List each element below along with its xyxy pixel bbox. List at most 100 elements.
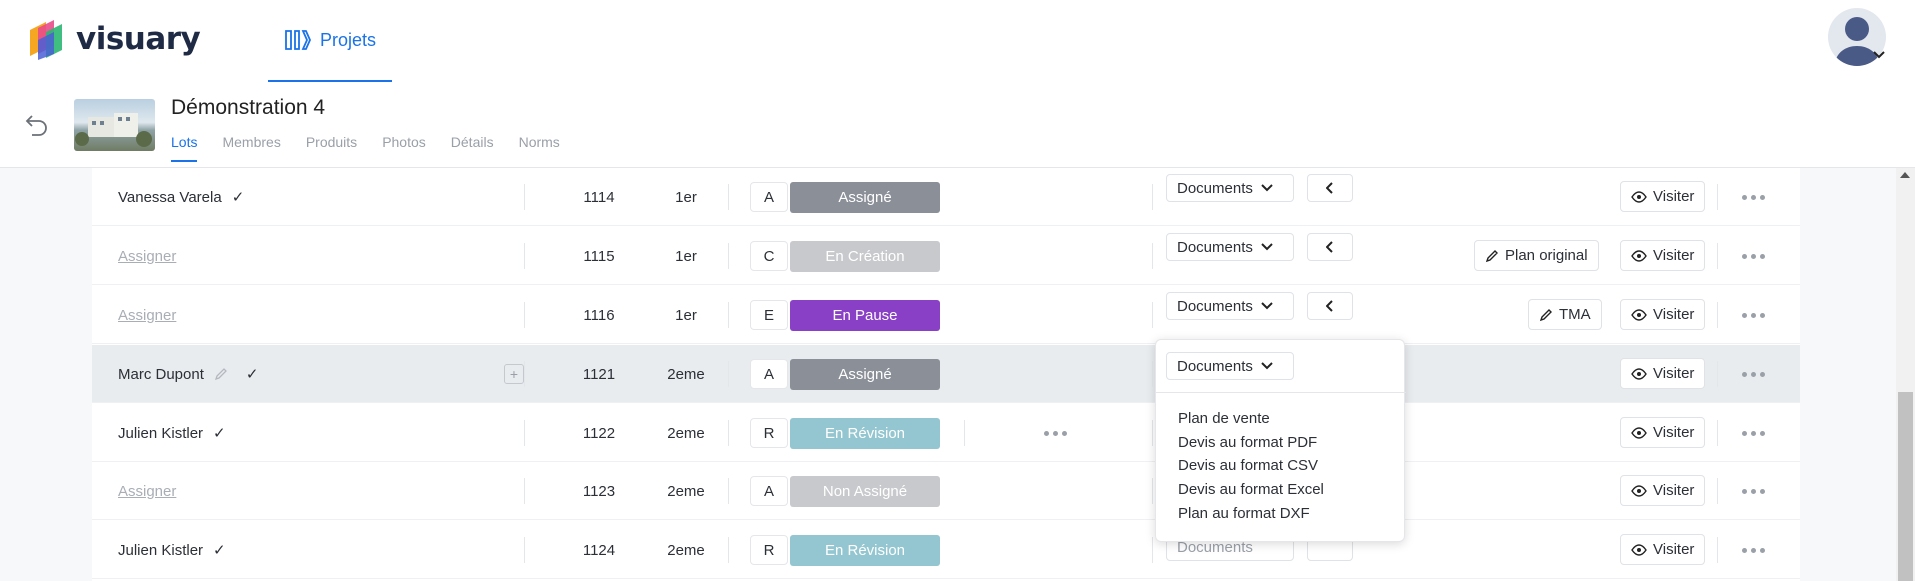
more-dots-icon[interactable] <box>1742 168 1765 226</box>
menu-item-plan-dxf[interactable]: Plan au format DXF <box>1178 505 1310 522</box>
column-divider <box>1152 361 1153 387</box>
chevron-down-icon <box>1261 243 1273 251</box>
column-divider <box>1152 537 1153 563</box>
lot-number: 1122 <box>582 424 616 442</box>
more-dots-icon[interactable] <box>1742 286 1765 344</box>
documents-dropdown-button[interactable]: Documents <box>1166 292 1294 320</box>
tab-produits[interactable]: Produits <box>306 134 357 162</box>
plan-original-button[interactable]: Plan original <box>1474 240 1599 271</box>
documents-dropdown-button[interactable]: Documents <box>1166 352 1294 380</box>
chevron-left-icon <box>1326 182 1333 194</box>
owner-name-text: Vanessa Varela <box>118 188 222 206</box>
menu-item-devis-csv[interactable]: Devis au format CSV <box>1178 457 1318 474</box>
chevron-down-icon <box>1261 302 1273 310</box>
floor-label: 1er <box>675 306 697 324</box>
action-label: Plan original <box>1505 247 1588 264</box>
type-letter: A <box>750 476 788 506</box>
visiter-button[interactable]: Visiter <box>1620 475 1706 506</box>
owner-name-text: Assigner <box>118 306 177 324</box>
tab-photos[interactable]: Photos <box>382 134 426 162</box>
column-divider <box>1152 243 1153 269</box>
type-letter: R <box>750 418 788 448</box>
chevron-down-icon <box>1261 362 1273 370</box>
documents-dropdown-button[interactable]: Documents <box>1166 174 1294 202</box>
assign-link[interactable]: Assigner <box>118 462 176 520</box>
owner-name-text: Marc Dupont <box>118 365 204 383</box>
pencil-icon[interactable] <box>214 367 228 381</box>
more-dots-icon[interactable] <box>1742 345 1765 403</box>
more-dots-icon[interactable] <box>1742 404 1765 462</box>
eye-icon <box>1631 249 1647 262</box>
account-chevron-down-icon[interactable] <box>1872 50 1886 60</box>
visiter-button[interactable]: Visiter <box>1620 417 1706 448</box>
column-divider <box>1152 302 1153 328</box>
projects-icon <box>285 30 311 50</box>
more-dots-icon[interactable] <box>1742 462 1765 520</box>
documents-dropdown-menu: Documents Plan de vente Devis au format … <box>1155 339 1406 542</box>
lot-number: 1114 <box>583 188 615 206</box>
undo-icon[interactable] <box>24 110 50 136</box>
owner-name: Vanessa Varela ✓ <box>118 168 244 226</box>
owner-name-text: Assigner <box>118 247 177 265</box>
collapse-button[interactable] <box>1307 292 1353 320</box>
owner-name: Julien Kistler ✓ <box>118 521 226 579</box>
tab-norms[interactable]: Norms <box>519 134 560 162</box>
type-letter: R <box>750 535 788 565</box>
documents-dropdown-button[interactable]: Documents <box>1166 233 1294 261</box>
check-icon: ✓ <box>213 425 226 442</box>
top-bar: visuary Projets <box>0 0 1915 82</box>
tma-button[interactable]: TMA <box>1528 299 1602 330</box>
more-dots-icon[interactable] <box>1044 404 1067 462</box>
eye-icon <box>1631 484 1647 497</box>
logo[interactable]: visuary <box>26 18 201 60</box>
collapse-button[interactable] <box>1307 174 1353 202</box>
scroll-up-arrow-icon[interactable] <box>1900 172 1910 178</box>
column-divider <box>1152 420 1153 446</box>
nav-projets-tab[interactable]: Projets <box>268 0 392 82</box>
visiter-label: Visiter <box>1653 365 1695 382</box>
column-divider <box>1717 420 1718 446</box>
column-divider <box>964 420 965 446</box>
owner-name-text: Julien Kistler <box>118 424 204 442</box>
lot-number: 1116 <box>583 306 615 324</box>
column-divider <box>728 243 729 269</box>
column-divider <box>1717 537 1718 563</box>
visiter-label: Visiter <box>1653 188 1695 205</box>
visiter-button[interactable]: Visiter <box>1620 358 1706 389</box>
more-dots-icon[interactable] <box>1742 521 1765 579</box>
eye-icon <box>1631 190 1647 203</box>
visiter-button[interactable]: Visiter <box>1620 181 1706 212</box>
lot-number: 1115 <box>583 247 615 265</box>
more-dots-icon[interactable] <box>1742 227 1765 285</box>
visiter-label: Visiter <box>1653 424 1695 441</box>
scrollbar-thumb[interactable] <box>1898 392 1913 581</box>
tab-membres[interactable]: Membres <box>222 134 280 162</box>
visiter-button[interactable]: Visiter <box>1620 534 1706 565</box>
assign-link[interactable]: Assigner <box>118 286 176 344</box>
type-letter: E <box>750 300 788 330</box>
column-divider <box>524 478 525 504</box>
column-divider <box>524 184 525 210</box>
column-divider <box>728 361 729 387</box>
type-letter: A <box>750 359 788 389</box>
menu-item-devis-pdf[interactable]: Devis au format PDF <box>1178 434 1317 451</box>
tab-details[interactable]: Détails <box>451 134 494 162</box>
logo-text: visuary <box>76 21 201 57</box>
add-button[interactable]: + <box>504 364 524 384</box>
visiter-button[interactable]: Visiter <box>1620 299 1706 330</box>
collapse-button[interactable] <box>1307 233 1353 261</box>
visiter-button[interactable]: Visiter <box>1620 240 1706 271</box>
table-row: Assigner 1123 2eme A Non Assigné Visiter <box>92 462 1800 520</box>
menu-item-plan-de-vente[interactable]: Plan de vente <box>1178 410 1270 427</box>
status-badge: Non Assigné <box>790 476 940 507</box>
owner-name-text: Assigner <box>118 482 177 500</box>
assign-link[interactable]: Assigner <box>118 227 176 285</box>
menu-item-devis-excel[interactable]: Devis au format Excel <box>1178 481 1324 498</box>
eye-icon <box>1631 367 1647 380</box>
project-tabs: Lots Membres Produits Photos Détails Nor… <box>171 134 560 162</box>
nav-projets-label: Projets <box>319 29 377 50</box>
documents-label: Documents <box>1177 179 1253 197</box>
tab-lots[interactable]: Lots <box>171 134 198 162</box>
documents-label: Documents <box>1177 357 1253 375</box>
eye-icon <box>1631 543 1647 556</box>
